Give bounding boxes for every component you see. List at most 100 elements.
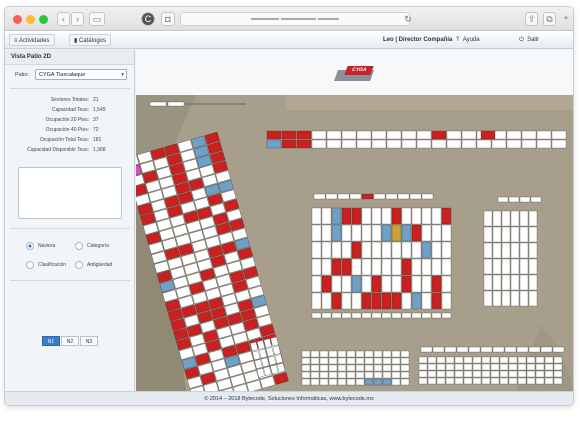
footer: © 2014 – 2018 Bytecode, Soluciones Infor… <box>5 391 573 405</box>
container-slot <box>472 377 482 385</box>
container-slot <box>552 346 565 353</box>
shield-icon[interactable]: ◘ <box>161 12 175 26</box>
container-slot <box>321 292 332 310</box>
container-slot <box>341 258 352 276</box>
clasificacion-radio[interactable] <box>26 261 34 269</box>
reload-icon[interactable]: ↻ <box>403 13 413 27</box>
container-slot <box>401 130 417 140</box>
container-slot <box>382 357 392 365</box>
container-slot <box>446 139 462 149</box>
container-slot <box>431 241 442 259</box>
container-slot <box>431 275 442 293</box>
container-slot <box>418 370 428 378</box>
container-slot <box>310 350 320 358</box>
actividades-menu[interactable]: ≡ Actividades <box>9 34 55 46</box>
container-slot <box>421 207 432 225</box>
container-slot <box>331 275 342 293</box>
container-slot <box>341 139 357 149</box>
container-slot <box>436 370 446 378</box>
notes-textarea[interactable] <box>18 167 122 219</box>
extension-icon[interactable]: C <box>141 12 155 26</box>
minimize-window-icon[interactable] <box>26 15 35 24</box>
level-n3-button[interactable]: N3 <box>80 336 98 346</box>
ayuda-button[interactable]: ? Ayuda <box>452 34 484 46</box>
container-slot <box>510 274 520 291</box>
container-slot <box>346 364 356 372</box>
container-slot <box>371 312 382 319</box>
antiguedad-label: Antigüedad <box>87 262 113 268</box>
container-slot <box>436 377 446 385</box>
container-slot <box>311 139 327 149</box>
salir-button[interactable]: ⏻ Salir <box>515 34 543 46</box>
catalogos-menu[interactable]: ▮ Catálogos <box>69 34 111 46</box>
container-slot <box>311 224 322 242</box>
back-icon[interactable]: ‹ <box>57 12 70 26</box>
container-slot <box>351 224 362 242</box>
container-slot <box>326 130 342 140</box>
level-n1-button[interactable]: N1 <box>42 336 60 346</box>
container-slot <box>454 377 464 385</box>
clasificacion-label: Clasificación <box>38 262 67 268</box>
container-slot <box>311 312 322 319</box>
container-slot <box>418 356 428 364</box>
container-slot <box>355 350 365 358</box>
container-slot <box>436 356 446 364</box>
antiguedad-radio[interactable] <box>75 261 83 269</box>
container-slot <box>401 139 417 149</box>
container-slot <box>517 370 527 378</box>
zoom-window-icon[interactable] <box>39 15 48 24</box>
ayuda-label: Ayuda <box>462 37 480 43</box>
stat-row: Ocupación Total Teus: 181 <box>5 135 125 145</box>
tabs-icon[interactable]: ⧉ <box>543 12 556 26</box>
container-slot <box>371 241 382 259</box>
share-icon[interactable]: ⇪ <box>525 12 538 26</box>
container-slot <box>321 312 332 319</box>
categoria-label: Categoría <box>87 243 109 249</box>
container-slot <box>490 356 500 364</box>
container-slot <box>553 377 563 385</box>
container-slot <box>536 130 552 140</box>
naviera-label: Naviera <box>38 243 56 249</box>
divider <box>10 228 130 229</box>
container-slot <box>364 357 374 365</box>
level-n2-button[interactable]: N2 <box>61 336 79 346</box>
container-slot <box>401 258 412 276</box>
close-window-icon[interactable] <box>13 15 22 24</box>
container-slot <box>506 130 522 140</box>
naviera-radio[interactable] <box>26 242 34 250</box>
container-slot <box>508 363 518 371</box>
new-tab-icon[interactable]: + <box>561 12 571 26</box>
container-slot <box>319 364 329 372</box>
container-slot <box>463 363 473 371</box>
container-slot <box>401 241 412 259</box>
container-slot <box>472 356 482 364</box>
container-slot <box>516 346 529 353</box>
container-slot <box>381 207 392 225</box>
patio-select[interactable]: CYGA Tlaxcalaque ▾ <box>35 69 127 80</box>
container-slot <box>301 371 311 379</box>
container-slot <box>535 363 545 371</box>
container-slot <box>456 346 469 353</box>
container-slot <box>391 371 401 379</box>
container-slot <box>528 346 541 353</box>
sidebar-toggle-icon[interactable]: ▭ <box>89 12 105 26</box>
container-slot <box>499 377 509 385</box>
forward-icon[interactable]: › <box>71 12 84 26</box>
container-slot <box>321 275 332 293</box>
container-slot <box>361 258 372 276</box>
container-slot <box>361 241 372 259</box>
container-slot <box>517 356 527 364</box>
categoria-radio[interactable] <box>75 242 83 250</box>
container-slot <box>510 258 520 275</box>
container-slot <box>391 357 401 365</box>
container-slot <box>526 363 536 371</box>
container-slot <box>313 193 326 200</box>
container-slot <box>441 258 452 276</box>
actividades-label: Actividades <box>18 38 50 44</box>
container-slot <box>411 312 422 319</box>
address-bar[interactable]: ▬▬▬▬ ▬▬▬▬▬ ▬▬▬ <box>180 12 410 26</box>
container-slot <box>553 370 563 378</box>
container-slot <box>510 242 520 259</box>
yard-map[interactable] <box>136 95 573 391</box>
stat-value: 181 <box>93 137 102 143</box>
